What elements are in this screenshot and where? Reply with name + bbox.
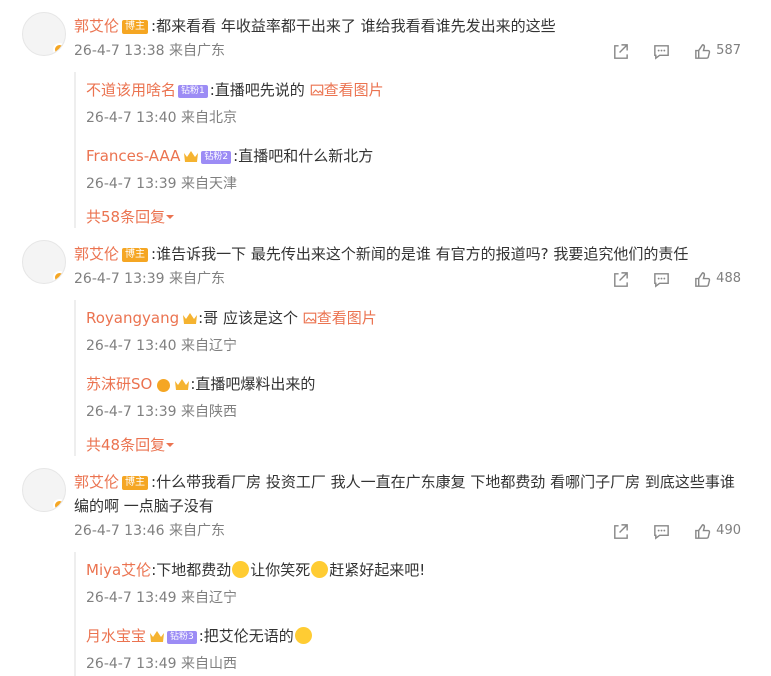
comment-button[interactable] xyxy=(652,522,671,541)
comment-button[interactable] xyxy=(652,42,671,61)
comment-time: 26-4-7 13:38 来自广东 xyxy=(74,43,225,59)
reply-item: Royangyang :哥 应该是这个 查看图片 26-4-7 13:40 来自辽… xyxy=(86,300,771,358)
comment-card: 郭艾伦 博主:什么带我看厂房 投资工厂 我人一直在广东康复 下地都费劲 看哪门子厂… xyxy=(0,456,771,676)
image-icon xyxy=(310,83,324,97)
verified-badge-icon xyxy=(53,43,65,55)
reply-time: 26-4-7 13:40 来自北京 xyxy=(86,110,237,126)
like-button[interactable]: 587 xyxy=(693,38,741,64)
view-image-link[interactable]: 查看图片 xyxy=(310,81,384,99)
author-badge: 博主 xyxy=(122,248,149,262)
reply-item: 不道该用啥名 钻粉1:直播吧先说的 查看图片 26-4-7 13:40 来自北京 xyxy=(86,72,771,130)
reply-text: :直播吧先说的 xyxy=(209,81,305,99)
comment-text: :什么带我看厂房 投资工厂 我人一直在广东康复 下地都费劲 看哪门子厂房 到底这… xyxy=(74,473,735,515)
reply-author[interactable]: 不道该用啥名 xyxy=(86,81,176,99)
reply-author[interactable]: 月水宝宝 xyxy=(86,627,146,645)
verified-badge-icon xyxy=(53,271,65,283)
comment-text: :都来看看 年收益率都干出来了 谁给我看看谁先发出来的这些 xyxy=(151,17,556,35)
share-button[interactable] xyxy=(611,270,630,289)
reply-author[interactable]: Miya艾伦 xyxy=(86,561,151,579)
reply-list: Royangyang :哥 应该是这个 查看图片 26-4-7 13:40 来自辽… xyxy=(74,300,771,456)
like-button[interactable]: 490 xyxy=(693,518,741,544)
reply-item: 苏沫研SO :直播吧爆料出来的 26-4-7 13:39 来自陕西 xyxy=(86,358,771,424)
avatar[interactable] xyxy=(22,240,66,284)
share-icon xyxy=(611,270,630,289)
laugh-cry-emoji-icon xyxy=(232,561,250,578)
comment-icon xyxy=(652,42,671,61)
comment-time: 26-4-7 13:46 来自广东 xyxy=(74,523,225,539)
comment-card: 郭艾伦 博主:都来看看 年收益率都干出来了 谁给我看看谁先发出来的这些 26-4-… xyxy=(0,0,771,228)
reply-text: :把艾伦无语的 xyxy=(198,627,294,645)
reply-time: 26-4-7 13:39 来自陕西 xyxy=(86,404,237,420)
crown-icon xyxy=(183,149,199,163)
comment-body: 郭艾伦 博主:谁告诉我一下 最先传出来这个新闻的是谁 有官方的报道吗? 我要追究他… xyxy=(74,228,771,266)
reply-author[interactable]: Royangyang xyxy=(86,309,179,327)
more-replies-link[interactable]: 共48条回复 xyxy=(86,424,771,456)
fan-level-badge: 钻粉1 xyxy=(178,85,208,98)
like-count: 490 xyxy=(716,523,741,538)
reply-time: 26-4-7 13:49 来自山西 xyxy=(86,656,237,672)
crown-icon xyxy=(174,377,190,391)
share-button[interactable] xyxy=(611,522,630,541)
share-icon xyxy=(611,42,630,61)
comment-author[interactable]: 郭艾伦 xyxy=(74,473,119,491)
crown-icon xyxy=(182,311,198,325)
reply-text: :直播吧爆料出来的 xyxy=(190,375,316,393)
avatar[interactable] xyxy=(22,468,66,512)
author-badge: 博主 xyxy=(122,20,149,34)
comment-time: 26-4-7 13:39 来自广东 xyxy=(74,271,225,287)
like-icon xyxy=(693,522,712,541)
reply-item: 月水宝宝 钻粉3:把艾伦无语的 26-4-7 13:49 来自山西 xyxy=(86,610,771,676)
image-icon xyxy=(303,311,317,325)
comment-author[interactable]: 郭艾伦 xyxy=(74,245,119,263)
verified-badge-icon xyxy=(53,499,65,511)
like-count: 587 xyxy=(716,43,741,58)
author-badge: 博主 xyxy=(122,476,149,490)
share-icon xyxy=(611,522,630,541)
reply-text: :哥 应该是这个 xyxy=(198,309,298,327)
comment-body: 郭艾伦 博主:什么带我看厂房 投资工厂 我人一直在广东康复 下地都费劲 看哪门子厂… xyxy=(74,456,771,518)
like-icon xyxy=(693,270,712,289)
reply-item: Frances-AAA 钻粉2:直播吧和什么新北方 26-4-7 13:39 来自… xyxy=(86,130,771,196)
reply-text: :直播吧和什么新北方 xyxy=(233,147,374,165)
comment-icon xyxy=(652,522,671,541)
fan-level-badge: 钻粉2 xyxy=(201,151,232,164)
crown-icon xyxy=(149,629,165,643)
like-icon xyxy=(693,42,712,61)
reply-time: 26-4-7 13:39 来自天津 xyxy=(86,176,237,192)
reply-text: :下地都费劲 xyxy=(151,561,232,579)
comment-author[interactable]: 郭艾伦 xyxy=(74,17,119,35)
view-image-link[interactable]: 查看图片 xyxy=(303,309,377,327)
reply-item: Miya艾伦:下地都费劲 让你笑死 赶紧好起来吧! 26-4-7 13:49 来自辽… xyxy=(86,552,771,610)
chevron-down-icon xyxy=(165,440,175,450)
chevron-down-icon xyxy=(165,212,175,222)
reply-list: Miya艾伦:下地都费劲 让你笑死 赶紧好起来吧! 26-4-7 13:49 来自辽… xyxy=(74,552,771,676)
reply-time: 26-4-7 13:49 来自辽宁 xyxy=(86,590,237,606)
verified-icon xyxy=(157,379,171,392)
speechless-emoji-icon xyxy=(294,627,312,644)
reply-time: 26-4-7 13:40 来自辽宁 xyxy=(86,338,237,354)
more-replies-link[interactable]: 共58条回复 xyxy=(86,196,771,228)
comment-button[interactable] xyxy=(652,270,671,289)
reply-list: 不道该用啥名 钻粉1:直播吧先说的 查看图片 26-4-7 13:40 来自北京 … xyxy=(74,72,771,228)
like-count: 488 xyxy=(716,271,741,286)
comment-card: 郭艾伦 博主:谁告诉我一下 最先传出来这个新闻的是谁 有官方的报道吗? 我要追究他… xyxy=(0,228,771,456)
share-button[interactable] xyxy=(611,42,630,61)
reply-author[interactable]: 苏沫研SO xyxy=(86,375,152,393)
like-button[interactable]: 488 xyxy=(693,266,741,292)
fan-level-badge: 钻粉3 xyxy=(167,631,197,644)
laugh-cry-emoji-icon xyxy=(311,561,329,578)
comment-icon xyxy=(652,270,671,289)
comment-text: :谁告诉我一下 最先传出来这个新闻的是谁 有官方的报道吗? 我要追究他们的责任 xyxy=(151,245,689,263)
avatar[interactable] xyxy=(22,12,66,56)
reply-author[interactable]: Frances-AAA xyxy=(86,147,180,165)
comment-body: 郭艾伦 博主:都来看看 年收益率都干出来了 谁给我看看谁先发出来的这些 xyxy=(74,0,771,38)
